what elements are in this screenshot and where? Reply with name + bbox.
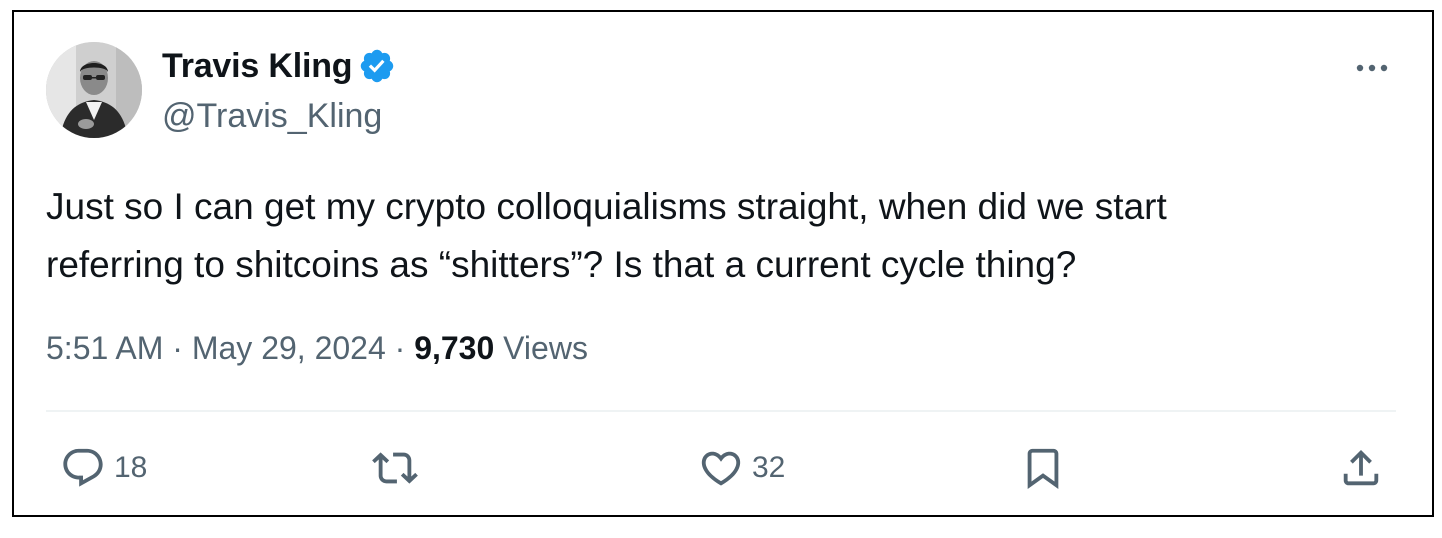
tweet-text-line: Just so I can get my crypto colloquialis…	[46, 186, 1167, 227]
views-count: 9,730	[414, 330, 495, 366]
tweet-card: Travis Kling @Travis_Kling Just so I can…	[12, 10, 1434, 517]
tweet-text: Just so I can get my crypto colloquialis…	[46, 178, 1386, 294]
reply-count: 18	[114, 451, 148, 484]
verified-badge-icon	[358, 47, 396, 85]
reply-icon	[60, 445, 106, 491]
avatar[interactable]	[46, 42, 142, 138]
reply-button[interactable]: 18	[60, 444, 147, 492]
profile-photo-icon	[46, 42, 142, 138]
tweet-time[interactable]: 5:51 AM	[46, 330, 163, 366]
repost-button[interactable]	[372, 444, 418, 492]
tweet-date[interactable]: May 29, 2024	[192, 330, 386, 366]
author-handle[interactable]: @Travis_Kling	[162, 96, 382, 136]
share-button[interactable]	[1338, 444, 1384, 492]
repost-icon	[372, 445, 418, 491]
bookmark-icon	[1020, 445, 1066, 491]
heart-icon	[698, 445, 744, 491]
share-icon	[1338, 445, 1384, 491]
author-name-row: Travis Kling	[162, 46, 396, 86]
like-count: 32	[752, 451, 786, 484]
tweet-meta: 5:51 AM · May 29, 2024 · 9,730 Views	[46, 328, 588, 368]
bookmark-button[interactable]	[1020, 444, 1066, 492]
display-name[interactable]: Travis Kling	[162, 46, 353, 86]
more-options-ellipsis-icon[interactable]	[1352, 56, 1392, 80]
views-label: Views	[503, 330, 588, 366]
divider	[46, 410, 1396, 412]
meta-separator: ·	[163, 330, 192, 366]
meta-separator: ·	[385, 330, 415, 366]
tweet-text-line: referring to shitcoins as “shitters”? Is…	[46, 244, 1077, 285]
like-button[interactable]: 32	[698, 444, 785, 492]
